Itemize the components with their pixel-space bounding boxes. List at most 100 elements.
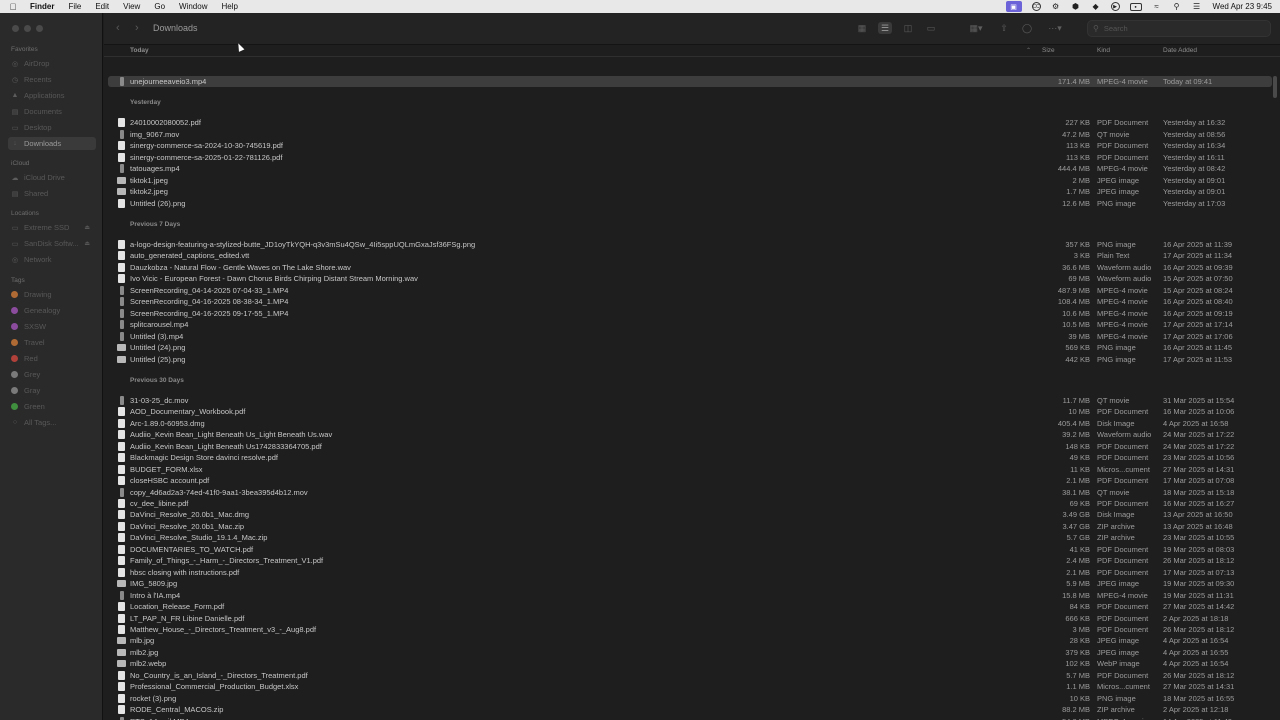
file-row[interactable]: Untitled (26).png 12.6 MB PNG image Yesterd… bbox=[108, 198, 1272, 209]
column-size[interactable]: Size bbox=[1042, 47, 1055, 54]
menu-go[interactable]: Go bbox=[147, 2, 172, 11]
sidebar-item-recents[interactable]: ◷ Recents bbox=[8, 73, 96, 86]
sidebar-item-grey[interactable]: Grey bbox=[8, 368, 96, 381]
search-icon[interactable]: ⚲ bbox=[1172, 2, 1182, 11]
file-row[interactable]: rocket (3).png 10 KB PNG image 18 Mar 2025 … bbox=[108, 693, 1272, 704]
file-row[interactable]: closeHSBC account.pdf 2.1 MB PDF Document 1… bbox=[108, 475, 1272, 486]
apple-menu-icon[interactable]:  bbox=[0, 2, 26, 12]
file-row[interactable]: AOD_Documentary_Workbook.pdf 10 MB PDF Doc… bbox=[108, 406, 1272, 417]
sidebar-item-icloud-drive[interactable]: ☁ iCloud Drive bbox=[8, 171, 96, 184]
file-row[interactable]: Family_of_Things_-_Harm_-_Directors_Trea… bbox=[108, 555, 1272, 566]
file-row[interactable]: Untitled (3).mp4 39 MB MPEG-4 movie 17 Apr … bbox=[108, 331, 1272, 342]
sidebar-item-sandisk-softw[interactable]: ▭ SanDisk Softw... ⏏ bbox=[8, 237, 96, 250]
file-row[interactable]: 31-03-25_dc.mov 11.7 MB QT movie 31 Mar 202… bbox=[108, 395, 1272, 406]
sidebar-item-applications[interactable]: ▲ Applications bbox=[8, 89, 96, 102]
file-row[interactable]: 24010002080052.pdf 227 KB PDF Document Yest… bbox=[108, 117, 1272, 128]
forward-button[interactable]: › bbox=[135, 22, 139, 34]
sidebar-item-all-tags[interactable]: ○ All Tags... bbox=[8, 416, 96, 429]
file-row[interactable]: DaVinci_Resolve_20.0b1_Mac.zip 3.47 GB ZIP… bbox=[108, 521, 1272, 532]
shield-icon[interactable]: ⬢ bbox=[1071, 2, 1081, 11]
column-kind[interactable]: Kind bbox=[1097, 47, 1110, 54]
file-row[interactable]: copy_4d6ad2a3-74ed-41f0-9aa1-3bea395d4b1… bbox=[108, 487, 1272, 498]
menu-window[interactable]: Window bbox=[172, 2, 214, 11]
file-row[interactable]: DOCUMENTARIES_TO_WATCH.pdf 41 KB PDF Docum… bbox=[108, 544, 1272, 555]
wifi-icon[interactable]: ≈ bbox=[1152, 2, 1162, 11]
scrollbar[interactable] bbox=[1273, 76, 1277, 98]
zoom-button[interactable] bbox=[36, 25, 43, 32]
file-row[interactable]: Dauzkobza - Natural Flow - Gentle Waves … bbox=[108, 262, 1272, 273]
eject-icon[interactable]: ⏏ bbox=[84, 224, 90, 231]
sidebar-item-sxsw[interactable]: SXSW bbox=[8, 320, 96, 333]
close-button[interactable] bbox=[12, 25, 19, 32]
file-row[interactable]: Untitled (24).png 569 KB PNG image 16 Apr 2… bbox=[108, 342, 1272, 353]
file-row[interactable]: ScreenRecording_04-16-2025 09-17-55_1.MP… bbox=[108, 308, 1272, 319]
file-row[interactable]: tatouages.mp4 444.4 MB MPEG-4 movie Yesterd… bbox=[108, 163, 1272, 174]
file-row[interactable]: Blackmagic Design Store davinci resolve.… bbox=[108, 452, 1272, 463]
sidebar-item-shared[interactable]: ▤ Shared bbox=[8, 187, 96, 200]
file-row[interactable]: tiktok2.jpeg 1.7 MB JPEG image Yesterday at… bbox=[108, 186, 1272, 197]
file-row[interactable]: splitcarousel.mp4 10.5 MB MPEG-4 movie 17 A… bbox=[108, 319, 1272, 330]
file-row[interactable]: Ivo Vicic - European Forest - Dawn Choru… bbox=[108, 273, 1272, 284]
sidebar-item-gray[interactable]: Gray bbox=[8, 384, 96, 397]
file-row[interactable]: cv_dee_libine.pdf 69 KB PDF Document 16 Mar… bbox=[108, 498, 1272, 509]
share-icon[interactable]: ⇧ bbox=[997, 22, 1011, 34]
sidebar-item-downloads[interactable]: ↓ Downloads bbox=[8, 137, 96, 150]
file-row[interactable]: mlb2.jpg 379 KB JPEG image 4 Apr 2025 at 16… bbox=[108, 647, 1272, 658]
sidebar-item-red[interactable]: Red bbox=[8, 352, 96, 365]
menu-file[interactable]: File bbox=[61, 2, 88, 11]
gear-icon[interactable]: ⚙ bbox=[1051, 2, 1061, 11]
menu-finder[interactable]: Finder bbox=[26, 2, 61, 11]
cc-icon[interactable]: CC bbox=[1031, 2, 1041, 11]
column-date-added[interactable]: Date Added bbox=[1163, 47, 1197, 54]
file-row[interactable]: Arc-1.89.0-60953.dmg 405.4 MB Disk Image 4 … bbox=[108, 418, 1272, 429]
file-row[interactable]: DaVinci_Resolve_Studio_19.1.4_Mac.zip 5.7… bbox=[108, 532, 1272, 543]
file-row[interactable]: hbsc closing with instructions.pdf 2.1 MB… bbox=[108, 567, 1272, 578]
control-center-icon[interactable]: ☰ bbox=[1192, 2, 1202, 11]
file-row[interactable]: unejourneeaveio3.mp4 171.4 MB MPEG-4 movie… bbox=[108, 76, 1272, 87]
file-row[interactable]: LT_PAP_N_FR Libine Danielle.pdf 666 KB PDF… bbox=[108, 613, 1272, 624]
tag-icon[interactable]: ◯ bbox=[1020, 22, 1034, 34]
file-row[interactable]: No_Country_is_an_Island_-_Directors_Trea… bbox=[108, 670, 1272, 681]
search-field[interactable]: ⚲ Search bbox=[1087, 20, 1271, 37]
file-row[interactable]: ScreenRecording_04-14-2025 07-04-33_1.MP… bbox=[108, 285, 1272, 296]
rec-icon[interactable]: ● bbox=[1129, 2, 1142, 11]
menu-help[interactable]: Help bbox=[214, 2, 244, 11]
column-name[interactable]: Today bbox=[130, 47, 149, 54]
file-row[interactable]: Matthew_House_-_Directors_Treatment_v3_-… bbox=[108, 624, 1272, 635]
icon-view-icon[interactable]: ▦ bbox=[855, 22, 869, 34]
file-row[interactable]: Audiio_Kevin Bean_Light Beneath Us174283… bbox=[108, 441, 1272, 452]
sidebar-item-desktop[interactable]: ▭ Desktop bbox=[8, 121, 96, 134]
menu-edit[interactable]: Edit bbox=[88, 2, 116, 11]
file-row[interactable]: Location_Release_Form.pdf 84 KB PDF Docume… bbox=[108, 601, 1272, 612]
sidebar-item-drawing[interactable]: Drawing bbox=[8, 288, 96, 301]
sidebar-item-green[interactable]: Green bbox=[8, 400, 96, 413]
sidebar-item-airdrop[interactable]: ◎ AirDrop bbox=[8, 57, 96, 70]
file-row[interactable]: sinergy-commerce-sa-2024-10-30-745619.pd… bbox=[108, 140, 1272, 151]
group-by-icon[interactable]: ▦▾ bbox=[966, 22, 986, 34]
file-row[interactable]: RTS_14avril.MP454.8 MBMPEG-4 movie14 Apr… bbox=[108, 716, 1272, 720]
file-row[interactable]: tiktok1.jpeg 2 MB JPEG image Yesterday at 0… bbox=[108, 175, 1272, 186]
sidebar-item-documents[interactable]: ▤ Documents bbox=[8, 105, 96, 118]
file-row[interactable]: IMG_5809.jpg 5.9 MB JPEG image 19 Mar 2025 … bbox=[108, 578, 1272, 589]
file-row[interactable]: Untitled (25).png 442 KB PNG image 17 Apr 2… bbox=[108, 354, 1272, 365]
menu-clock[interactable]: Wed Apr 23 9:45 bbox=[1213, 2, 1272, 11]
file-row[interactable]: ScreenRecording_04-16-2025 08-38-34_1.MP… bbox=[108, 296, 1272, 307]
file-row[interactable]: Audiio_Kevin Bean_Light Beneath Us_Light… bbox=[108, 429, 1272, 440]
file-row[interactable]: auto_generated_captions_edited.vtt 3 KB Pl… bbox=[108, 250, 1272, 261]
sidebar-item-extreme-ssd[interactable]: ▭ Extreme SSD ⏏ bbox=[8, 221, 96, 234]
file-row[interactable]: img_9067.mov 47.2 MB QT movie Yesterday at … bbox=[108, 129, 1272, 140]
sidebar-item-travel[interactable]: Travel bbox=[8, 336, 96, 349]
screen-recorder-icon[interactable]: ▣ bbox=[1005, 1, 1022, 12]
file-row[interactable]: Professional_Commercial_Production_Budge… bbox=[108, 681, 1272, 692]
file-row[interactable]: BUDGET_FORM.xlsx 11 KB Micros...cument 27 M… bbox=[108, 464, 1272, 475]
file-row[interactable]: Intro à l'IA.mp4 15.8 MB MPEG-4 movie 19 Ma… bbox=[108, 590, 1272, 601]
minimize-button[interactable] bbox=[24, 25, 31, 32]
gallery-view-icon[interactable]: ▭ bbox=[924, 22, 938, 34]
sidebar-item-genealogy[interactable]: Genealogy bbox=[8, 304, 96, 317]
file-row[interactable]: a-logo-design-featuring-a-stylized-butte… bbox=[108, 239, 1272, 250]
eject-icon[interactable]: ⏏ bbox=[84, 240, 90, 247]
play-icon[interactable]: ▶ bbox=[1110, 2, 1120, 11]
back-button[interactable]: ‹ bbox=[116, 22, 120, 34]
sidebar-item-network[interactable]: ◎ Network bbox=[8, 253, 96, 266]
k-icon[interactable]: ◆ bbox=[1091, 2, 1101, 11]
